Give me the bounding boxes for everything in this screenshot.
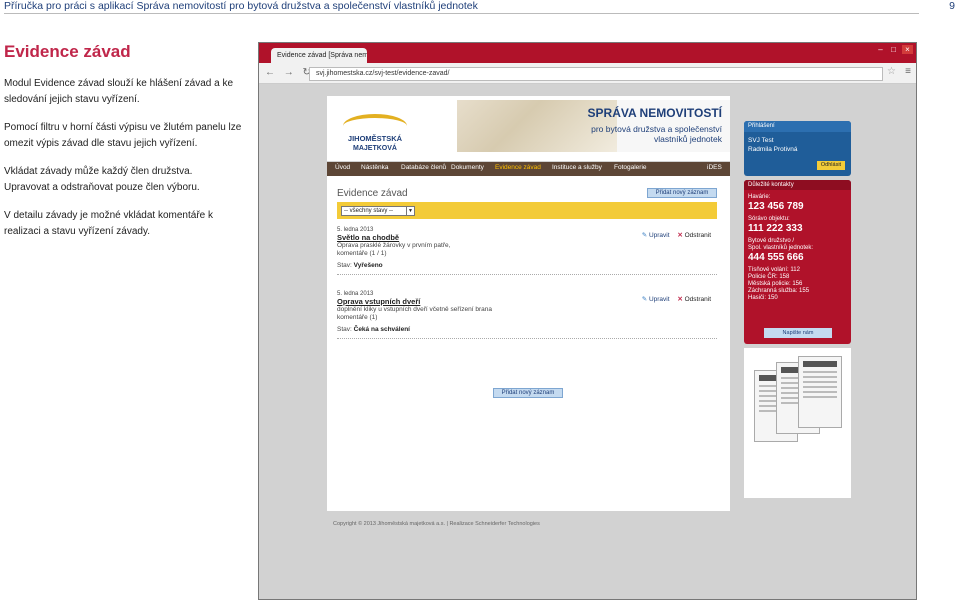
paragraph-permissions: Vkládat závady může každý člen družstva.… xyxy=(4,164,244,196)
item-divider xyxy=(337,274,717,275)
maximize-icon[interactable]: □ xyxy=(888,45,899,54)
back-forward-reload-icons[interactable]: ← → ↻ xyxy=(265,67,314,78)
nav-item-uvod[interactable]: Úvod xyxy=(335,164,350,171)
logout-button[interactable]: Odhlásit xyxy=(817,161,845,170)
item-state-value: Čeká na schválení xyxy=(353,326,410,333)
bookmark-star-icon[interactable]: ☆ xyxy=(887,66,896,77)
minimize-icon[interactable]: – xyxy=(875,45,886,54)
page-number: 9 xyxy=(949,0,955,12)
section-heading: Evidence závad xyxy=(4,42,131,61)
pencil-icon: ✎ xyxy=(641,232,648,239)
banner-subtitle-1: pro bytová družstva a společenství xyxy=(591,124,722,134)
paragraph-detail: V detailu závady je možné vkládat koment… xyxy=(4,210,213,237)
nav-item-fotogalerie[interactable]: Fotogalerie xyxy=(614,164,647,171)
document-header: Příručka pro práci s aplikací Správa nem… xyxy=(4,0,955,14)
edit-button[interactable]: ✎ Upravit xyxy=(642,232,670,239)
item-state-label: Stav: xyxy=(337,262,352,269)
emergency-line: Tísňové volání: 112 xyxy=(748,267,800,273)
logo-text-1: JIHOMĚSTSKÁ xyxy=(347,134,403,143)
banner-subtitle-2: vlastníků jednotek xyxy=(653,134,722,144)
nav-item-nastenka[interactable]: Nástěnka xyxy=(361,164,388,171)
item-divider xyxy=(337,338,717,339)
city-police-line: Městská policie: 156 xyxy=(748,281,803,287)
item-state-value: Vyřešeno xyxy=(353,262,383,269)
site-header: JIHOMĚSTSKÁ MAJETKOVÁ SPRÁVA NEMOVITOSTÍ… xyxy=(327,96,730,161)
delete-button[interactable]: ✕ Odstranit xyxy=(677,232,711,239)
paragraph-intro: Modul Evidence závad slouží ke hlášení z… xyxy=(4,78,234,105)
write-us-button[interactable]: Napište nám xyxy=(764,328,832,338)
site-footer: Copyright © 2013 Jihoměstská majetková a… xyxy=(333,521,540,527)
delete-label: Odstranit xyxy=(684,296,711,303)
address-bar-row: ← → ↻ svj.jihomestska.cz/svj-test/eviden… xyxy=(259,63,916,84)
item-actions: ✎ Upravit ✕ Odstranit xyxy=(642,296,711,304)
browser-tab[interactable]: Evidence závad [Správa nem xyxy=(271,48,367,63)
page-title: Evidence závad xyxy=(337,188,408,199)
sorava-label: Sórávo objektu: xyxy=(748,216,790,222)
browser-tab-strip: Evidence závad [Správa nem – □ × xyxy=(259,43,916,63)
browser-screenshot: Evidence závad [Správa nem – □ × ← → ↻ s… xyxy=(258,42,917,600)
permissions-line-1: Vkládat závady může každý člen družstva. xyxy=(4,166,193,177)
byt-number: 444 555 666 xyxy=(748,252,804,263)
nav-item-evidence-zavad[interactable]: Evidence závad xyxy=(495,164,541,171)
byt-label-2: Spol. vlastníků jednotek: xyxy=(748,245,814,251)
main-content: Evidence závad Přidat nový záznam -- vše… xyxy=(327,176,730,511)
delete-label: Odstranit xyxy=(684,232,711,239)
edit-button[interactable]: ✎ Upravit xyxy=(642,296,670,303)
filter-bar: -- všechny stavy -- ▼ xyxy=(337,202,717,219)
magazine-page-icon xyxy=(798,356,842,428)
havarie-label: Havárie: xyxy=(748,194,771,200)
add-record-button-top[interactable]: Přidat nový záznam xyxy=(647,188,717,198)
banner-title: SPRÁVA NEMOVITOSTÍ xyxy=(587,106,722,120)
site-logo[interactable]: JIHOMĚSTSKÁ MAJETKOVÁ xyxy=(335,114,415,158)
site-banner: SPRÁVA NEMOVITOSTÍ pro bytová družstva a… xyxy=(457,100,730,152)
web-page: JIHOMĚSTSKÁ MAJETKOVÁ SPRÁVA NEMOVITOSTÍ… xyxy=(259,84,916,599)
list-item: 5. ledna 2013 Oprava vstupních dveří dop… xyxy=(337,290,717,339)
edit-label: Upravit xyxy=(648,232,670,239)
item-actions: ✎ Upravit ✕ Odstranit xyxy=(642,232,711,240)
contacts-heading: Důležité kontakty xyxy=(744,180,851,190)
magazine-thumbnails[interactable] xyxy=(744,348,851,498)
add-record-button-bottom[interactable]: Přidat nový záznam xyxy=(493,388,563,398)
police-line: Policie ČR: 158 xyxy=(748,274,790,280)
havarie-number: 123 456 789 xyxy=(748,201,804,212)
text-column: Evidence závad Modul Evidence závad slou… xyxy=(4,42,244,252)
delete-button[interactable]: ✕ Odstranit xyxy=(677,296,711,303)
byt-label-1: Bytové družstvo / xyxy=(748,238,795,244)
menu-icon[interactable]: ≡ xyxy=(905,66,911,77)
ambulance-line: Záchranná služba: 155 xyxy=(748,288,810,294)
pencil-icon: ✎ xyxy=(641,296,648,303)
edit-label: Upravit xyxy=(648,296,670,303)
logo-text-2: MAJETKOVÁ xyxy=(353,145,397,152)
delete-icon: ✕ xyxy=(677,232,683,239)
item-comments-link[interactable]: komentáře (1 / 1) xyxy=(337,250,717,258)
nav-item-dokumenty[interactable]: Dokumenty xyxy=(451,164,484,171)
permissions-line-2: Upravovat a odstraňovat pouze člen výbor… xyxy=(4,182,200,193)
document-title: Příručka pro práci s aplikací Správa nem… xyxy=(4,0,478,12)
login-box: Přihlášení SVJ Test Radmila Protivná Odh… xyxy=(744,121,851,176)
login-heading: Přihlášení xyxy=(744,121,851,132)
status-filter-select[interactable]: -- všechny stavy -- ▼ xyxy=(341,206,415,216)
sorava-number: 111 222 333 xyxy=(748,223,803,234)
nav-item-databaze-clenu[interactable]: Databáze členů xyxy=(401,164,446,171)
contacts-box: Důležité kontakty Havárie: 123 456 789 S… xyxy=(744,180,851,344)
nav-item-ides[interactable]: iDES xyxy=(707,164,722,171)
nav-item-instituce[interactable]: Instituce a služby xyxy=(552,164,602,171)
login-user: SVJ Test xyxy=(748,137,774,144)
item-state: Stav: Vyřešeno xyxy=(337,262,717,270)
url-field[interactable]: svj.jihomestska.cz/svj-test/evidence-zav… xyxy=(309,67,883,81)
close-icon[interactable]: × xyxy=(902,45,913,54)
firefighters-line: Hasiči: 150 xyxy=(748,295,778,301)
item-description: Oprava prasklé žárovky v prvním patře, xyxy=(337,242,451,249)
list-item: 5. ledna 2013 Světlo na chodbě Oprava pr… xyxy=(337,226,717,275)
chevron-down-icon: ▼ xyxy=(406,207,414,215)
site-nav: Úvod Nástěnka Databáze členů Dokumenty E… xyxy=(327,162,730,176)
item-description: doplnění kliky u vstupních dveří včetně … xyxy=(337,306,493,313)
item-state: Stav: Čeká na schválení xyxy=(337,326,717,334)
paragraph-filter: Pomocí filtru v horní části výpisu ve žl… xyxy=(4,122,242,149)
item-comments-link[interactable]: komentáře (1) xyxy=(337,314,717,322)
item-state-label: Stav: xyxy=(337,326,352,333)
delete-icon: ✕ xyxy=(677,296,683,303)
status-filter-value: -- všechny stavy -- xyxy=(344,208,394,214)
login-name: Radmila Protivná xyxy=(748,146,798,153)
